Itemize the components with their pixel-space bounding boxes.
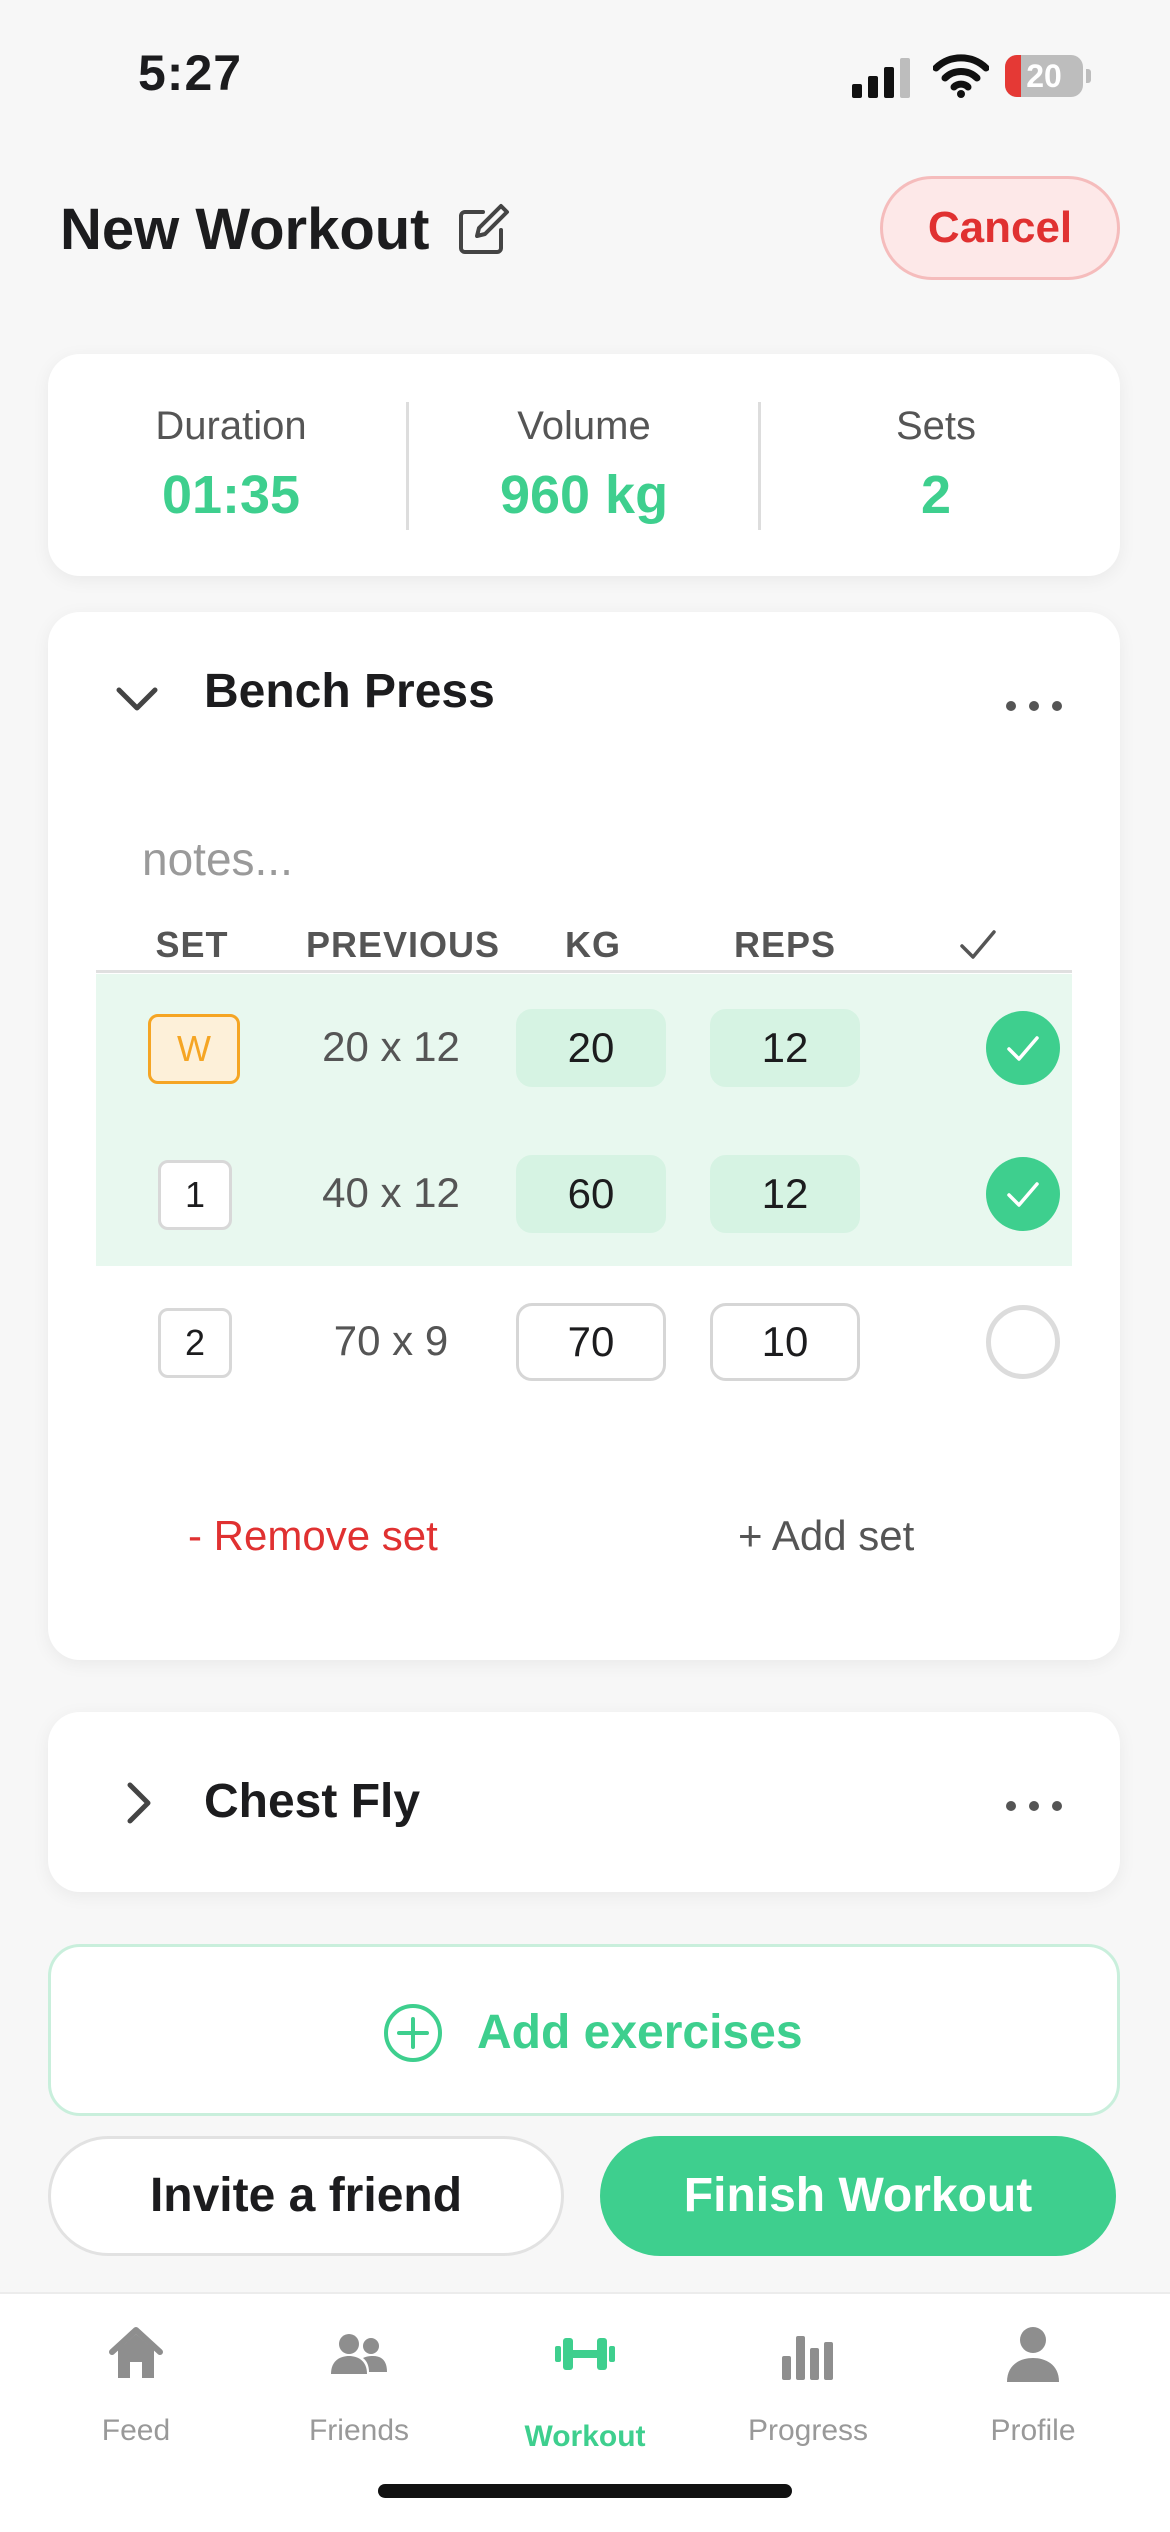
workout-screen: 5:27 20 New Workout Cancel Duration 01:3… xyxy=(0,0,1170,2532)
status-bar: 5:27 20 xyxy=(0,0,1170,150)
stat-value: 960 kg xyxy=(499,465,669,525)
reps-input[interactable] xyxy=(710,1303,860,1381)
add-exercises-label: Add exercises xyxy=(477,2006,803,2059)
stat-value: 01:35 xyxy=(161,465,301,525)
set-row-1: 1 40 x 12 xyxy=(96,1120,1072,1266)
exercise-card-chest-fly[interactable]: Chest Fly xyxy=(48,1712,1120,1892)
tab-label: Profile xyxy=(990,2414,1076,2447)
wifi-icon xyxy=(933,54,989,98)
exercise-title[interactable]: Chest Fly xyxy=(204,1774,420,1829)
previous-value: 70 x 9 xyxy=(333,1317,449,1364)
status-time: 5:27 xyxy=(138,45,243,101)
friends-icon xyxy=(331,2334,387,2374)
home-icon xyxy=(109,2327,163,2378)
set-number-badge[interactable]: 2 xyxy=(158,1308,232,1378)
add-set-button[interactable]: + Add set xyxy=(738,1512,914,1560)
reps-input[interactable] xyxy=(710,1155,860,1233)
checkmark-header-icon xyxy=(960,930,996,959)
home-indicator[interactable] xyxy=(378,2484,792,2498)
set-complete-toggle[interactable] xyxy=(986,1157,1060,1231)
edit-title-icon[interactable] xyxy=(455,202,511,258)
set-row-warmup: W 20 x 12 xyxy=(96,974,1072,1120)
notes-input[interactable] xyxy=(142,824,742,894)
stat-sets: Sets 2 xyxy=(761,354,1111,576)
column-header-set: SET xyxy=(155,924,229,965)
kg-input[interactable] xyxy=(516,1009,666,1087)
tab-workout[interactable]: Workout xyxy=(473,2294,697,2494)
set-row-2: 2 70 x 9 xyxy=(96,1268,1072,1414)
add-exercises-button[interactable]: Add exercises xyxy=(48,1944,1120,2116)
chevron-down-icon[interactable] xyxy=(112,674,162,724)
exercise-title[interactable]: Bench Press xyxy=(204,664,495,719)
stat-label: Duration xyxy=(155,404,307,448)
kg-input[interactable] xyxy=(516,1155,666,1233)
battery-icon: 20 xyxy=(1005,55,1091,97)
chevron-right-icon[interactable] xyxy=(112,1778,162,1828)
stat-label: Volume xyxy=(517,404,651,448)
stat-volume: Volume 960 kg xyxy=(409,354,759,576)
finish-workout-button[interactable]: Finish Workout xyxy=(600,2136,1116,2256)
tab-profile[interactable]: Profile xyxy=(921,2294,1145,2494)
dumbbell-icon xyxy=(555,2338,615,2370)
tab-friends[interactable]: Friends xyxy=(247,2294,471,2494)
checkmark-icon xyxy=(1007,1182,1039,1207)
more-options-icon[interactable] xyxy=(1006,1796,1066,1816)
tab-label: Progress xyxy=(747,2414,869,2447)
cancel-button[interactable]: Cancel xyxy=(880,176,1120,280)
invite-friend-button[interactable]: Invite a friend xyxy=(48,2136,564,2256)
plus-circle-icon xyxy=(384,2004,442,2062)
person-icon xyxy=(1007,2327,1059,2382)
column-header-reps: REPS xyxy=(733,924,837,965)
page-title: New Workout xyxy=(60,197,430,262)
stat-label: Sets xyxy=(895,404,977,448)
tab-label: Feed xyxy=(101,2414,171,2447)
set-number-badge[interactable]: 1 xyxy=(158,1160,232,1230)
tab-label: Workout xyxy=(524,2420,646,2453)
stat-duration: Duration 01:35 xyxy=(56,354,406,576)
exercise-card-bench-press: Bench Press SET PREVIOUS KG REPS W 20 x … xyxy=(48,612,1120,1660)
signal-icon xyxy=(852,58,910,98)
remove-set-button[interactable]: - Remove set xyxy=(188,1512,438,1560)
tab-progress[interactable]: Progress xyxy=(696,2294,920,2494)
previous-value: 40 x 12 xyxy=(322,1169,460,1216)
set-complete-toggle[interactable] xyxy=(986,1011,1060,1085)
kg-input[interactable] xyxy=(516,1303,666,1381)
stat-value: 2 xyxy=(920,465,952,525)
column-header-previous: PREVIOUS xyxy=(305,924,501,965)
checkmark-icon xyxy=(1007,1036,1039,1061)
column-header-kg: KG xyxy=(565,924,621,965)
tab-label: Friends xyxy=(308,2414,410,2447)
more-options-icon[interactable] xyxy=(1006,696,1066,716)
set-type-badge[interactable]: W xyxy=(148,1014,240,1084)
set-complete-toggle[interactable] xyxy=(986,1305,1060,1379)
stats-card: Duration 01:35 Volume 960 kg Sets 2 xyxy=(48,354,1120,576)
battery-level: 20 xyxy=(1026,58,1062,94)
reps-input[interactable] xyxy=(710,1009,860,1087)
bar-chart-icon xyxy=(782,2336,833,2380)
table-divider xyxy=(96,970,1072,973)
previous-value: 20 x 12 xyxy=(322,1023,460,1070)
tab-feed[interactable]: Feed xyxy=(24,2294,248,2494)
